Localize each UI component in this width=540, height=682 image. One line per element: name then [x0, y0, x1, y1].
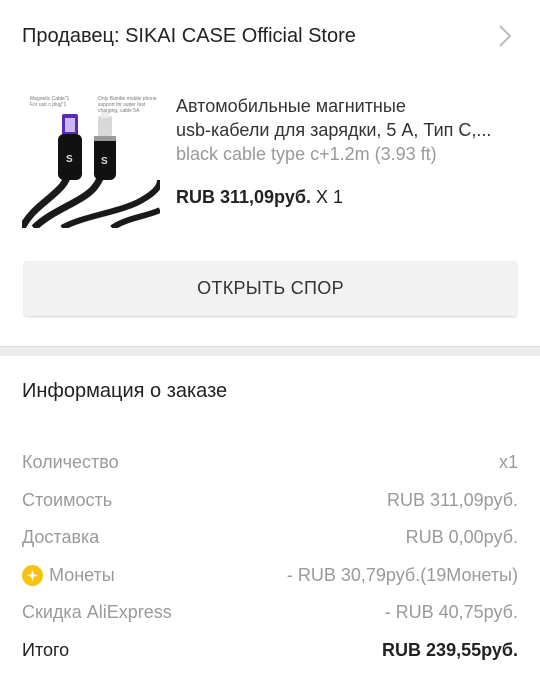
order-summary: Количество x1 Стоимость RUB 311,09руб. Д…: [0, 444, 540, 669]
order-info-title: Информация о заказе: [22, 380, 228, 402]
summary-row-cost: Стоимость RUB 311,09руб.: [0, 482, 540, 520]
summary-row-total: Итого RUB 239,55руб.: [0, 632, 540, 670]
product-title-line2: usb-кабели для зарядки, 5 А, Тип С,...: [176, 120, 492, 140]
svg-text:S: S: [66, 154, 73, 165]
summary-label: Монеты: [49, 564, 115, 585]
product-price-line: RUB 311,09руб. X 1: [176, 187, 343, 208]
open-dispute-button[interactable]: ОТКРЫТЬ СПОР: [24, 261, 517, 316]
summary-row-shipping: Доставка RUB 0,00руб.: [0, 519, 540, 557]
seller-row[interactable]: Продавец: SIKAI CASE Official Store: [0, 0, 540, 72]
product-quantity: X 1: [310, 187, 343, 207]
summary-label: Стоимость: [22, 489, 113, 510]
summary-value: RUB 0,00руб.: [405, 527, 518, 548]
product-title[interactable]: Автомобильные магнитные usb-кабели для з…: [176, 94, 521, 142]
summary-value: - RUB 40,75руб.: [384, 602, 518, 623]
summary-label: Количество: [22, 452, 119, 473]
section-divider: [0, 346, 540, 356]
product-variant: black cable type c+1.2m (3.93 ft): [176, 144, 437, 164]
seller-name: Продавец: SIKAI CASE Official Store: [22, 24, 356, 47]
summary-label-coins: Монеты: [22, 564, 115, 586]
svg-text:S: S: [101, 156, 108, 167]
product-title-line1: Автомобильные магнитные: [176, 96, 406, 116]
summary-value: x1: [498, 452, 518, 473]
summary-value: - RUB 30,79руб.(19Монеты): [286, 564, 518, 585]
product-thumbnail[interactable]: S S Magnetic Cable"1 For usb c plug"1 On…: [22, 90, 160, 228]
chevron-right-icon: [499, 25, 512, 47]
thumb-caption-right: Only Bundle mobile phone support for sup…: [98, 96, 157, 114]
summary-label: Доставка: [22, 527, 100, 548]
summary-row-discount: Скидка AliExpress - RUB 40,75руб.: [0, 594, 540, 632]
summary-label: Скидка AliExpress: [22, 602, 172, 623]
thumb-caption-left: Magnetic Cable"1 For usb c plug"1: [30, 96, 70, 108]
coin-icon: [22, 564, 43, 586]
summary-value: RUB 311,09руб.: [386, 489, 518, 510]
summary-value: RUB 239,55руб.: [382, 639, 518, 660]
product-price: RUB 311,09руб.: [176, 187, 311, 207]
summary-row-coins: Монеты - RUB 30,79руб.(19Монеты): [0, 557, 540, 595]
summary-row-quantity: Количество x1: [0, 444, 540, 482]
product-item[interactable]: S S Magnetic Cable"1 For usb c plug"1 On…: [0, 88, 540, 238]
summary-label: Итого: [22, 639, 70, 660]
